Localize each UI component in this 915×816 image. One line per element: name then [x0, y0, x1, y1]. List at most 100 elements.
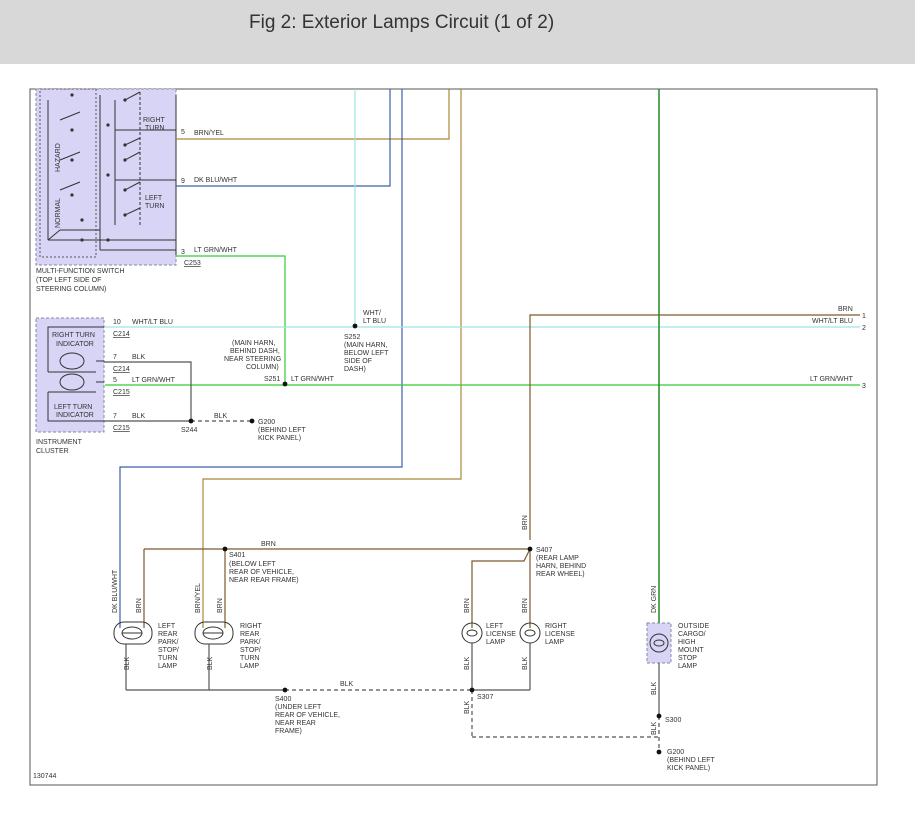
left-rear-lamp-label-1: LEFT [158, 623, 176, 630]
left-turn-indicator-label-2: INDICATOR [56, 412, 94, 419]
cluster-connector-c214-b: C214 [113, 366, 130, 373]
cargo-lamp-label-4: MOUNT [678, 647, 704, 654]
ground-wiring: BLK BLK BLK [126, 681, 660, 750]
wire-label-blk-left-license: BLK [464, 656, 471, 670]
right-rear-lamp-label-2: REAR [240, 631, 259, 638]
right-turn-indicator-label-2: INDICATOR [56, 341, 94, 348]
s251-desc-2: BEHIND DASH, [230, 348, 280, 355]
cargo-lamp-label-2: CARGO/ [678, 631, 706, 638]
s400-id: S400 [275, 696, 291, 703]
switch-title-2: (TOP LEFT SIDE OF [36, 277, 101, 284]
wire-label-blk-right-license: BLK [522, 656, 529, 670]
right-rear-lamp-label-1: RIGHT [240, 623, 263, 630]
cluster-connector-c214-a: C214 [113, 331, 130, 338]
left-rear-lamp-label-5: TURN [158, 655, 177, 662]
wire-label-blk-cargo: BLK [651, 681, 658, 695]
cluster-pin-7-b: 7 [113, 413, 117, 420]
splice-s407: S407 (REAR LAMP HARN, BEHIND REAR WHEEL) [527, 546, 586, 578]
ground-g200-top: G200 (BEHIND LEFT KICK PANEL) [249, 418, 307, 442]
cargo-lamp-label-1: OUTSIDE [678, 623, 709, 630]
left-turn-indicator-label-1: LEFT TURN [54, 404, 92, 411]
wire-label-lt-grn-wht-switch: LT GRN/WHT [194, 247, 238, 254]
wire-label-blk-cluster-b: BLK [132, 413, 146, 420]
wire-label-brn-left-license: BRN [464, 598, 471, 613]
cargo-lamp-label-3: HIGH [678, 639, 696, 646]
cluster-pin-7-a: 7 [113, 354, 117, 361]
g200-bottom-desc-1: (BEHIND LEFT [667, 757, 716, 764]
s252-wire-2: LT BLU [363, 318, 386, 325]
wire-label-dk-blu-wht: DK BLU/WHT [194, 177, 238, 184]
circuit-diagram: HAZARD NORMAL RIGHT TURN LEFT TURN 5 9 3… [29, 88, 878, 786]
wire-label-lt-grn-wht-cluster: LT GRN/WHT [132, 377, 176, 384]
right-rear-lamp-label-6: LAMP [240, 663, 259, 670]
s407-id: S407 [536, 547, 552, 554]
left-license-lamp-label-3: LAMP [486, 639, 505, 646]
s252-desc-4: DASH) [344, 366, 366, 373]
left-license-lamp-label-2: LICENSE [486, 631, 516, 638]
splice-s251: (MAIN HARN, BEHIND DASH, NEAR STEERING C… [224, 340, 335, 387]
right-edge-wire-3: LT GRN/WHT [810, 376, 854, 383]
switch-pin-9: 9 [181, 178, 185, 185]
switch-connector-label: C253 [184, 260, 201, 267]
s251-desc-4: COLUMN) [246, 364, 279, 371]
wire-label-brn-yel: BRN/YEL [194, 130, 224, 137]
s244-wire: BLK [214, 413, 228, 420]
right-edge-wire-2: WHT/LT BLU [812, 318, 853, 325]
wire-label-brn-right-license: BRN [522, 598, 529, 613]
cargo-lamp: OUTSIDE CARGO/ HIGH MOUNT STOP LAMP BLK [646, 622, 709, 716]
s407-desc-3: REAR WHEEL) [536, 571, 585, 578]
right-license-lamp-label-1: RIGHT [545, 623, 568, 630]
switch-pin-5: 5 [181, 129, 185, 136]
left-rear-lamp: LEFT REAR PARK/ STOP/ TURN LAMP BLK [113, 621, 179, 690]
s251-desc-1: (MAIN HARN, [232, 340, 276, 347]
right-turn-label-1: RIGHT [143, 117, 166, 124]
right-rear-lamp-label-5: TURN [240, 655, 259, 662]
multi-function-switch: HAZARD NORMAL RIGHT TURN LEFT TURN 5 9 3… [35, 88, 201, 293]
cargo-lamp-label-6: LAMP [678, 663, 697, 670]
wire-label-dk-grn: DK GRN [651, 586, 658, 613]
switch-title-1: MULTI-FUNCTION SWITCH [36, 268, 125, 275]
left-rear-lamp-label-3: PARK/ [158, 639, 179, 646]
left-rear-lamp-label-6: LAMP [158, 663, 177, 670]
left-rear-lamp-label-2: REAR [158, 631, 177, 638]
left-rear-lamp-label-4: STOP/ [158, 647, 179, 654]
right-turn-label-2: TURN [145, 125, 164, 132]
wire-label-dk-blu-wht-rear: DK BLU/WHT [112, 569, 119, 613]
wire-label-blk-s307: BLK [464, 700, 471, 714]
cluster-connector-c215-b: C215 [113, 425, 130, 432]
wire-label-blk-left-rear: BLK [124, 656, 131, 670]
wire-label-blk-right-rear: BLK [207, 656, 214, 670]
s300-id: S300 [665, 717, 681, 724]
right-edge-pin-1: 1 [862, 313, 866, 320]
s401-desc-2: REAR OF VEHICLE, [229, 569, 294, 576]
right-rear-lamp: RIGHT REAR PARK/ STOP/ TURN LAMP BLK [194, 621, 263, 690]
g200-bottom-id: G200 [667, 749, 684, 756]
wire-dk-grn: DK GRN [651, 89, 660, 628]
s252-desc-2: BELOW LEFT [344, 350, 389, 357]
left-license-lamp-label-1: LEFT [486, 623, 504, 630]
splice-s300: S300 [656, 713, 681, 724]
hazard-label: HAZARD [55, 143, 62, 172]
splice-s252: WHT/ LT BLU S252 (MAIN HARN, BELOW LEFT … [344, 310, 389, 373]
wire-label-brn-bus: BRN [261, 541, 276, 548]
switch-title-3: STEERING COLUMN) [36, 286, 106, 293]
wire-label-wht-lt-blu-cluster: WHT/LT BLU [132, 319, 173, 326]
splice-s244: S244 BLK [181, 413, 228, 434]
cluster-pin-5: 5 [113, 377, 117, 384]
g200-bottom-desc-2: KICK PANEL) [667, 765, 710, 772]
right-rear-lamp-label-4: STOP/ [240, 647, 261, 654]
s400-desc-1: (UNDER LEFT [275, 704, 322, 711]
s252-id: S252 [344, 334, 360, 341]
figure-number: 130744 [33, 773, 56, 780]
right-rear-lamp-label-3: PARK/ [240, 639, 261, 646]
g200-top-desc-1: (BEHIND LEFT [258, 427, 307, 434]
lamp-wire-labels: DK BLU/WHT BRN BRN/YEL BRN BRN BRN [112, 569, 529, 613]
s400-desc-3: NEAR REAR [275, 720, 316, 727]
instrument-cluster: RIGHT TURN INDICATOR LEFT TURN INDICATOR… [35, 317, 105, 455]
left-license-lamp: LEFT LICENSE LAMP BLK [461, 622, 516, 690]
s307-id: S307 [477, 694, 493, 701]
cluster-connector-c215-a: C215 [113, 389, 130, 396]
s252-desc-3: SIDE OF [344, 358, 372, 365]
right-edge-pin-3: 3 [862, 383, 866, 390]
right-edge-wire-1: BRN [838, 306, 853, 313]
